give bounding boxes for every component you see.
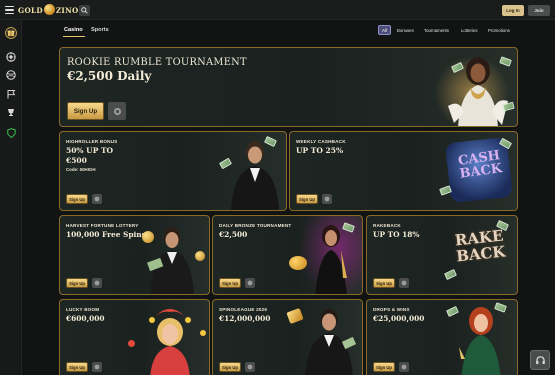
info-button[interactable] [399,278,409,288]
card-headline: €2,500 [219,230,248,239]
hero-eyebrow: Rookie Rumble Tournament [67,57,247,68]
tab-casino[interactable]: Casino [64,27,83,33]
info-icon [94,196,100,202]
card-headline: €25,000,000 [373,314,425,323]
search-icon [81,7,88,14]
menu-icon[interactable] [5,6,14,15]
card-eyebrow: RAKEBACK [373,223,401,228]
login-button[interactable]: Log In [502,5,524,16]
info-icon [247,364,253,370]
info-icon [94,280,100,286]
smiling-man-illustration [305,309,357,375]
card-eyebrow: DROPS & WINS [373,307,410,312]
promo-card-rakeback[interactable]: RAKEBACK UP TO 18% Sign Up RAKE BACK [366,215,518,295]
card-eyebrow: DAILY BRONZE TOURNAMENT [219,223,292,228]
filter-all[interactable]: All [378,25,391,35]
race-flag-icon[interactable] [5,88,17,100]
card-eyebrow: HIGHROLLER BONUS [66,139,118,144]
card-eyebrow: WEEKLY CASHBACK [296,139,346,144]
card-headline: €12,000,000 [219,314,271,323]
card-headline: 100,000 Free Spins [66,230,146,239]
top-bar: GOLD ZINO Log In Join [0,0,555,20]
hero-headline: €2,500 Daily [67,69,152,83]
sidebar [0,20,22,375]
card-headline: UP TO 25% [296,146,344,155]
promotions-gift-icon[interactable] [5,27,17,39]
logo-text-right: ZINO [55,6,79,15]
site-logo[interactable]: GOLD ZINO [18,4,79,16]
filter-bonuses[interactable]: Bonuses [397,28,414,33]
info-icon [401,280,407,286]
promo-card-highroller[interactable]: HIGHROLLER BONUS 50% UP TO €500 Code: 50… [59,131,287,211]
info-icon [401,364,407,370]
info-button[interactable] [399,362,409,372]
card-eyebrow: SPINOLEAGUE 2026 [219,307,268,312]
sign-up-button[interactable]: Sign Up [66,194,88,204]
gold-coin-decoration [142,231,154,243]
info-button[interactable] [245,362,255,372]
tab-sports[interactable]: Sports [91,27,109,33]
sign-up-button[interactable]: Sign Up [66,278,88,288]
jester-girl-illustration [149,309,191,375]
rakeback-badge-text: RAKE BACK [447,227,512,266]
promo-card-drops-wins[interactable]: DROPS & WINS €25,000,000 Sign Up [366,299,518,375]
sign-up-button[interactable]: Sign Up [373,362,395,372]
card-headline: UP TO 18% [373,230,420,239]
tournament-icon[interactable] [5,106,17,118]
info-button[interactable] [245,278,255,288]
info-button[interactable] [92,278,102,288]
confetti-decoration [128,340,135,347]
promo-card-harvest-lottery[interactable]: HARVEST FORTUNE LOTTERY 100,000 Free Spi… [59,215,210,295]
promo-card-cashback[interactable]: WEEKLY CASHBACK UP TO 25% Sign Up CASH B… [289,131,518,211]
sign-up-button[interactable]: Sign Up [373,278,395,288]
info-icon [94,364,100,370]
gold-coin-decoration [195,251,205,261]
card-headline-amount: €500 [66,156,87,165]
info-icon [113,107,121,115]
logo-coin-icon [43,4,55,15]
headset-icon [535,355,545,364]
info-button[interactable] [322,194,332,204]
promo-card-lucky-boom[interactable]: LUCKY BOOM €600,000 Sign Up [59,299,210,375]
gold-coin-decoration [289,256,307,270]
promo-card-daily-bronze[interactable]: DAILY BRONZE TOURNAMENT €2,500 Sign Up [212,215,363,295]
card-eyebrow: LUCKY BOOM [66,307,100,312]
info-icon [324,196,330,202]
search-button[interactable] [79,5,90,16]
casino-chip-icon[interactable] [5,51,17,63]
logo-text-left: GOLD [18,6,43,15]
card-eyebrow: HARVEST FORTUNE LOTTERY [66,223,139,228]
sign-up-button[interactable]: Sign Up [219,362,241,372]
sign-up-button[interactable]: Sign Up [296,194,318,204]
card-headline: €600,000 [66,314,105,323]
info-button[interactable] [92,194,102,204]
app-root: GOLD ZINO Log In Join Casino Sports All … [0,0,555,375]
filter-tournaments[interactable]: Tournaments [424,28,449,33]
support-shield-icon[interactable] [5,127,17,139]
tab-casino-underline [63,36,85,37]
hero-info-button[interactable] [108,102,126,120]
sign-up-button[interactable]: Sign Up [66,362,88,372]
red-haired-woman-illustration [459,307,501,375]
hero-promo-card[interactable]: Rookie Rumble Tournament €2,500 Daily Si… [59,47,518,127]
support-chat-button[interactable] [530,350,550,370]
man-in-tuxedo-illustration [231,141,279,210]
banknote-decoration [444,269,457,280]
join-button[interactable]: Join [528,5,550,16]
promo-card-spinoleague[interactable]: SPINOLEAGUE 2026 €12,000,000 Sign Up [212,299,363,375]
info-icon [247,280,253,286]
sign-up-button[interactable]: Sign Up [219,278,241,288]
confetti-decoration [200,330,206,336]
hero-sign-up-button[interactable]: Sign Up [67,102,104,120]
card-promo-code: Code: 50HIGH [66,167,96,172]
info-button[interactable] [92,362,102,372]
filter-lotteries[interactable]: Lotteries [461,28,477,33]
filter-promotions[interactable]: Promotions [488,28,510,33]
cashback-badge-text: CASH BACK [454,148,505,182]
sports-ball-icon[interactable] [5,69,17,81]
card-headline: 50% UP TO [66,146,114,155]
